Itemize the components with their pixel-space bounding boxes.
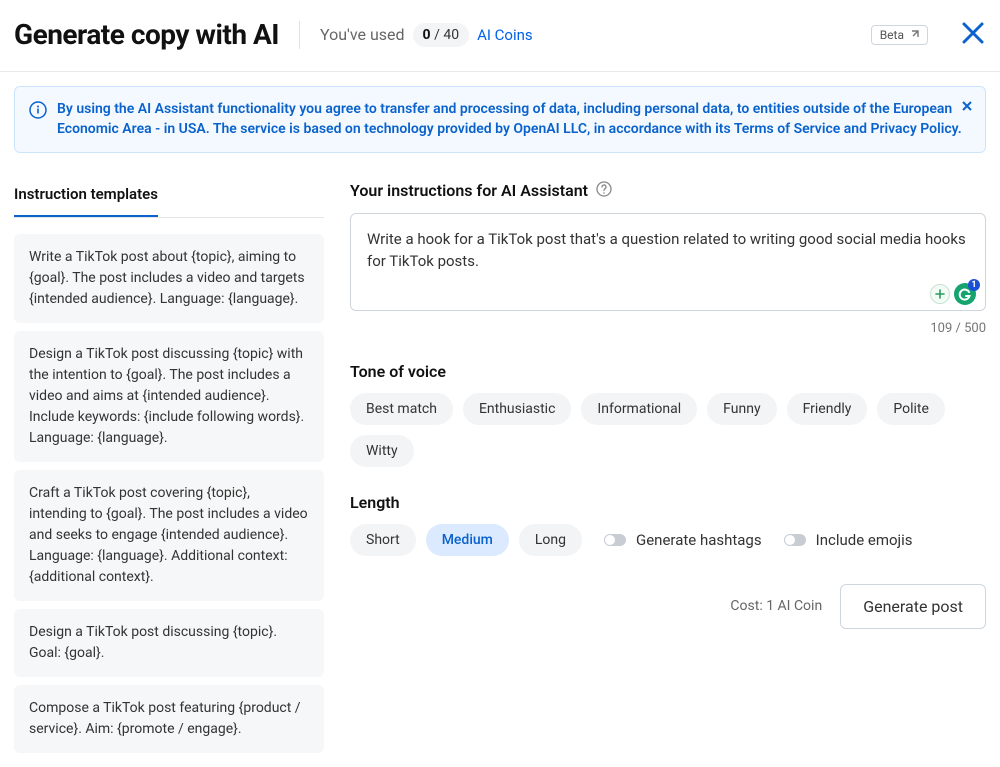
template-item[interactable]: Design a TikTok post discussing {topic} … [14, 331, 324, 462]
usage-current: 0 [423, 27, 431, 43]
tone-chip-friendly[interactable]: Friendly [787, 393, 868, 425]
toggle-hashtags-label: Generate hashtags [636, 531, 762, 549]
tone-chip-informational[interactable]: Informational [581, 393, 697, 425]
tab-templates[interactable]: Instruction templates [14, 167, 158, 217]
assistant-add-icon[interactable] [930, 284, 950, 304]
toggle-emojis-label: Include emojis [816, 531, 913, 549]
template-item[interactable]: Write a TikTok post about {topic}, aimin… [14, 234, 324, 323]
usage-label: You've used [320, 25, 405, 44]
grammarly-badge: 1 [968, 279, 980, 291]
ai-coins-link[interactable]: AI Coins [477, 26, 533, 44]
page-title: Generate copy with AI [14, 18, 279, 51]
toggle-hashtags[interactable] [604, 534, 626, 546]
textarea-addons: 1 [930, 283, 976, 305]
template-item[interactable]: Craft a TikTok post covering {topic}, in… [14, 470, 324, 601]
tone-label: Tone of voice [350, 362, 986, 381]
notice-close-button[interactable] [961, 97, 973, 116]
usage-count: 0 / 40 [413, 23, 470, 47]
template-list: Write a TikTok post about {topic}, aimin… [14, 234, 324, 753]
usage-info: You've used 0 / 40 AI Coins [320, 23, 533, 47]
length-chip-short[interactable]: Short [350, 524, 416, 556]
tone-chip-witty[interactable]: Witty [350, 435, 414, 467]
close-icon [961, 100, 973, 112]
beta-label: Beta [880, 28, 904, 42]
usage-total: 40 [443, 27, 459, 43]
length-label: Length [350, 493, 986, 512]
main-panel: Your instructions for AI Assistant 1 109… [350, 167, 986, 753]
instructions-input[interactable] [350, 213, 986, 311]
close-button[interactable] [960, 20, 986, 50]
sidebar: Instruction templates Write a TikTok pos… [14, 167, 324, 753]
tone-chips: Best match Enthusiastic Informational Fu… [350, 393, 986, 467]
template-item[interactable]: Compose a TikTok post featuring {product… [14, 685, 324, 753]
usage-sep: / [434, 27, 440, 43]
tone-chip-enthusiastic[interactable]: Enthusiastic [463, 393, 571, 425]
tone-chip-best-match[interactable]: Best match [350, 393, 453, 425]
external-link-icon [909, 30, 919, 40]
close-icon [960, 20, 986, 46]
tone-chip-funny[interactable]: Funny [707, 393, 776, 425]
info-notice: By using the AI Assistant functionality … [14, 86, 986, 153]
help-icon[interactable] [596, 181, 612, 201]
length-chip-medium[interactable]: Medium [426, 524, 509, 556]
notice-text: By using the AI Assistant functionality … [57, 99, 971, 140]
cost-label: Cost: 1 AI Coin [730, 598, 822, 614]
generate-post-button[interactable]: Generate post [840, 584, 986, 629]
template-item[interactable]: Design a TikTok post discussing {topic}.… [14, 609, 324, 677]
instructions-label: Your instructions for AI Assistant [350, 181, 588, 200]
toggle-emojis[interactable] [784, 534, 806, 546]
divider [299, 21, 300, 49]
info-icon [29, 101, 47, 123]
length-chip-long[interactable]: Long [519, 524, 582, 556]
grammarly-icon[interactable]: 1 [954, 283, 976, 305]
beta-badge[interactable]: Beta [871, 25, 928, 45]
char-counter: 109 / 500 [350, 321, 986, 336]
tone-chip-polite[interactable]: Polite [877, 393, 945, 425]
